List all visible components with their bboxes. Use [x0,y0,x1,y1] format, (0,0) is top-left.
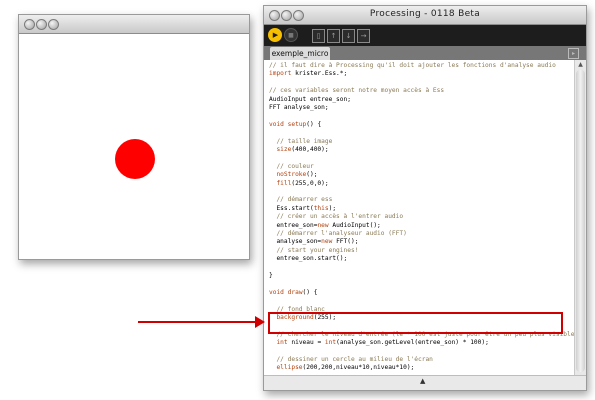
tab-menu-button[interactable]: ▸ [568,48,579,59]
play-icon: ▶ [272,31,279,39]
code-comment: // taille image [269,137,333,145]
code-keyword: int [324,339,337,347]
sketch-window [18,14,250,260]
window-title: Processing - 0118 Beta [369,9,481,19]
code-keyword: int [276,339,288,347]
code-comment: // couleur [269,162,314,170]
code-text: niveau = [287,339,325,347]
console-toggle-icon[interactable]: ▲ [420,377,425,385]
code-keyword: void [269,288,284,296]
code-text: entree_son.start(); [269,255,348,263]
code-text: krister.Ess.*; [291,70,348,78]
stop-button[interactable]: ■ [284,28,298,42]
close-window-button[interactable] [24,19,35,30]
code-keyword: new [317,221,329,229]
code-text: FFT(); [332,238,359,246]
code-line[interactable]: ellipse(200,200,niveau*10,niveau*10); [269,363,414,373]
vertical-scrollbar[interactable]: ▲ [574,60,586,376]
zoom-window-button[interactable] [48,19,59,30]
toolbar: ▶ ■ ▯ ↑ ↓ → [264,25,586,46]
code-text: AudioInput(); [328,221,381,229]
code-comment: // dessiner un cercle au milieu de l'écr… [269,356,433,363]
code-text: (200,200,niveau*10,niveau*10); [302,364,415,372]
code-text: () { [306,120,322,128]
code-comment: // il faut dire à Processing qu'il doit … [269,62,556,69]
code-text: FFT analyse_son; [269,104,329,111]
code-text: entree_son= [269,221,318,229]
open-file-icon: ↑ [330,32,337,40]
annotation-arrow-head [255,316,265,328]
code-keyword: setup [287,120,307,128]
save-button[interactable]: ↓ [342,29,355,43]
code-keyword: void [269,120,284,128]
code-keyword: import [269,70,292,78]
new-button[interactable]: ▯ [312,29,325,43]
code-line[interactable]: fill(255,0,0); [269,179,329,189]
code-keyword: ellipse [276,364,303,372]
code-line[interactable]: void setup() { [269,120,321,130]
code-line[interactable]: } [269,271,273,281]
tab-exemple-micro[interactable]: exemple_micro [270,47,330,60]
code-keyword: fill [276,179,292,187]
code-text: (255,0,0); [291,179,329,187]
scroll-up-icon[interactable]: ▲ [575,60,586,69]
code-line[interactable]: int niveau = int(analyse_son.getLevel(en… [269,338,489,348]
code-comment: // démarrer ess [269,196,333,204]
sketch-titlebar[interactable] [19,15,249,34]
scroll-thumb[interactable] [576,70,585,372]
annotation-highlight-box [268,312,563,334]
code-line[interactable]: FFT analyse_son; [269,103,329,113]
open-button[interactable]: ↑ [327,29,340,43]
pde-titlebar[interactable]: Processing - 0118 Beta [264,6,586,25]
red-circle [115,139,155,179]
annotation-arrow-line [138,321,258,323]
code-keyword: size [276,146,292,153]
code-comment: // créer un accès à l'entrer audio [269,213,404,221]
code-keyword: noStroke [276,171,307,179]
code-text: analyse_son= [269,238,322,246]
code-text: () { [302,288,318,296]
code-line[interactable]: import krister.Ess.*; [269,69,347,79]
tab-bar: exemple_micro ▸ [264,46,586,60]
code-keyword: this [313,204,329,212]
code-keyword: draw [287,288,303,296]
code-comment: // démarrer l'analyseur audio (FFT) [269,230,407,237]
code-line[interactable]: size(400,400); [269,145,329,155]
code-text: Ess.start( [269,204,314,212]
export-file-icon: → [360,32,367,40]
stop-icon: ■ [288,31,294,39]
code-comment: // ces variables seront notre moyen accè… [269,87,445,95]
new-file-icon: ▯ [316,32,321,40]
save-file-icon: ↓ [345,32,352,40]
code-text: AudioInput entree_son; [269,95,351,103]
code-line[interactable]: entree_son.start(); [269,254,347,264]
status-bar: ▲ [264,375,586,390]
code-text: (400,400); [291,146,329,153]
code-text: (); [306,171,318,179]
code-keyword: new [321,238,333,246]
code-text: ); [328,204,337,212]
code-text: (analyse_son.getLevel(entree_son) * 100)… [336,339,489,347]
code-line[interactable]: void draw() { [269,288,317,298]
code-text: } [269,272,273,279]
export-button[interactable]: → [357,29,370,43]
minimize-window-button[interactable] [36,19,47,30]
code-comment: // start your engines! [269,246,359,254]
sketch-canvas [19,34,249,259]
run-button[interactable]: ▶ [268,28,282,42]
